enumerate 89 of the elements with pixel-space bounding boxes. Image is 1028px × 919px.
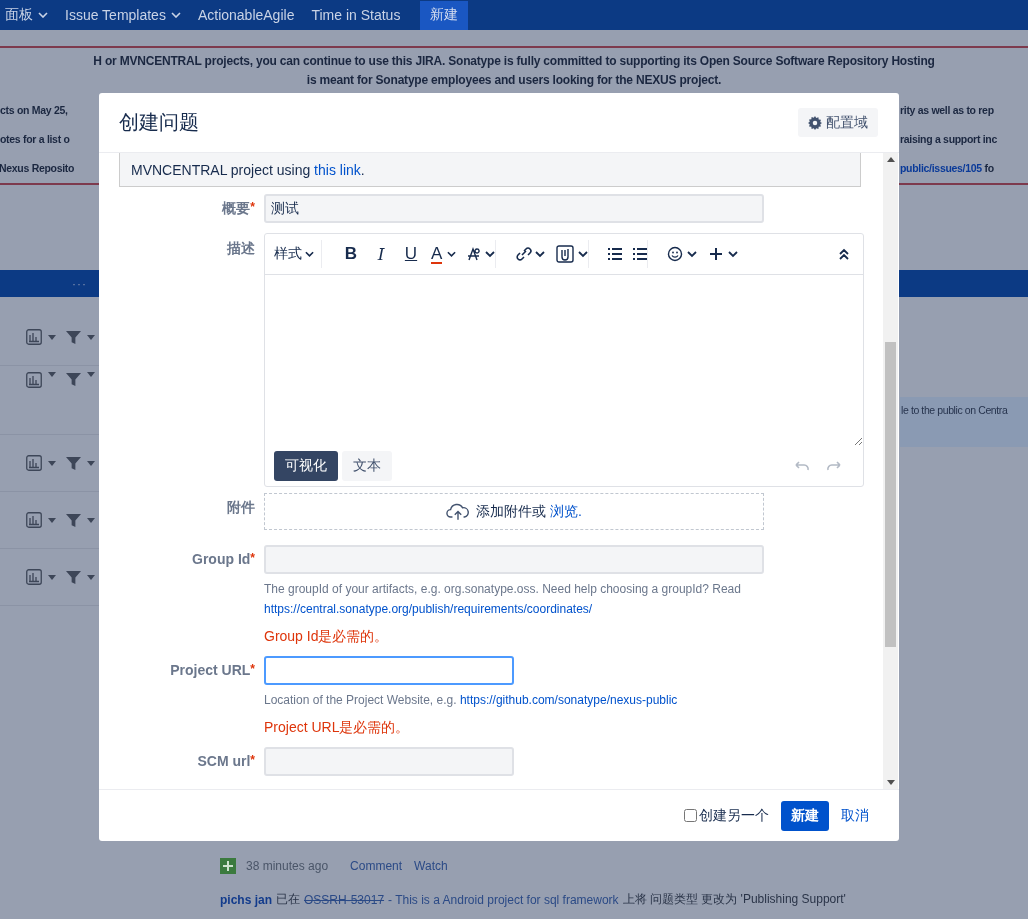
create-button[interactable]: 新建 (781, 800, 829, 831)
clear-format-icon[interactable] (467, 246, 496, 262)
caret-icon[interactable] (87, 574, 95, 580)
field-label: 附件 (226, 498, 255, 517)
nav-menu-item[interactable]: Time in Status (311, 7, 401, 23)
checkbox-label: 创建另一个 (699, 806, 769, 825)
announcement-text: H or MVNCENTRAL projects, you can continue to use this JIRA. Sonatype is fully committed to supporting its Open Source Software Repository Hosting (92, 53, 936, 70)
more-options-icon[interactable]: ··· (72, 276, 87, 291)
notice-link[interactable]: this link (314, 161, 361, 178)
timestamp: 38 minutes ago (246, 859, 329, 873)
caret-icon[interactable] (48, 574, 56, 580)
format-button[interactable]: U (401, 244, 421, 264)
announcement-text: cts on May 25, (0, 103, 69, 118)
chart-icon[interactable] (26, 569, 42, 585)
emoji-icon[interactable] (667, 246, 698, 262)
nav-menu-item[interactable]: Issue Templates (65, 7, 181, 23)
help-link[interactable]: https://central.sonatype.org/publish/requirements/coordinates/ (264, 602, 593, 616)
redo-icon[interactable] (826, 461, 842, 471)
bullet-list-icon[interactable] (608, 248, 623, 260)
nav-menu-item[interactable]: 面板 (5, 6, 48, 24)
text-input-field[interactable]: 测试 (264, 194, 764, 223)
resize-grip-icon[interactable] (854, 437, 862, 445)
caret-icon[interactable] (48, 372, 56, 377)
help-text: The groupId of your artifacts, e.g. org.sonatype.oss. Need help choosing a groupId? Read https://central.sonatype.org/publish/requirements/coordinates/ (264, 581, 742, 618)
chevron-icon (447, 251, 457, 257)
scrollbar[interactable] (883, 153, 898, 789)
checkbox[interactable] (684, 809, 697, 822)
chevron-icon[interactable] (170, 12, 181, 18)
help-link[interactable]: https://github.com/sonatype/nexus-public (459, 693, 678, 707)
activity-text: 上将 问题类型 更改为 'Publishing Support' (622, 891, 846, 908)
settings-icon (808, 115, 822, 130)
dialog-title: 创建问题 (119, 110, 199, 135)
browse-link[interactable]: 浏览. (550, 502, 582, 519)
announcement-text: otes for a list o (0, 132, 71, 147)
notice-text: MVNCENTRAL project using this link. (131, 161, 365, 178)
plus-icon (220, 858, 236, 874)
filter-icon[interactable] (66, 329, 81, 345)
text-input-field[interactable] (264, 656, 514, 685)
chevron-icon (305, 251, 314, 257)
editor-mode-tab[interactable]: 文本 (342, 451, 392, 481)
announcement-text: public/issues/105 fo (900, 161, 994, 176)
format-button[interactable]: I (371, 244, 391, 264)
attachment-prompt: 添加附件或 浏览. (476, 502, 582, 521)
chevron-icon[interactable] (38, 12, 48, 18)
nav-menu-item[interactable]: ActionableAgile (197, 7, 295, 23)
filter-icon[interactable] (66, 512, 81, 528)
filter-icon[interactable] (66, 569, 81, 585)
insert-plus-icon[interactable] (708, 246, 739, 262)
cancel-link[interactable]: 取消 (841, 806, 869, 825)
error-message: Group Id是必需的。 (264, 627, 390, 645)
collapse-icon[interactable] (839, 248, 849, 260)
chart-icon[interactable] (26, 329, 42, 345)
issue-description-text: le to the public on Centra (901, 404, 1008, 416)
chart-icon[interactable] (26, 455, 42, 471)
announcement-text: rity as well as to rep (900, 103, 994, 118)
chart-icon[interactable] (26, 512, 42, 528)
scroll-up-arrow-icon[interactable] (886, 157, 895, 162)
text-color-button[interactable]: A (431, 244, 457, 264)
filter-icon[interactable] (66, 372, 81, 387)
numbered-list-icon[interactable] (633, 248, 648, 260)
caret-icon[interactable] (87, 460, 95, 466)
style-dropdown[interactable]: 样式 (274, 245, 314, 263)
announcement-text: raising a support inc (900, 132, 997, 147)
create-button[interactable]: 新建 (420, 0, 469, 30)
filter-icon[interactable] (66, 455, 81, 471)
field-label: 描述 (226, 239, 255, 258)
configure-fields-button[interactable]: 配置域 (798, 108, 878, 137)
error-message: Project URL是必需的。 (264, 718, 411, 736)
issue-link[interactable]: public/issues/105 (900, 162, 982, 174)
cloud-upload-icon (446, 502, 471, 521)
caret-icon[interactable] (48, 334, 56, 340)
format-button[interactable]: B (341, 244, 361, 264)
user-link[interactable]: pichs jan (220, 892, 272, 907)
editor-mode-tab[interactable]: 可视化 (274, 451, 338, 481)
caret-icon[interactable] (48, 460, 56, 466)
scroll-down-arrow-icon[interactable] (886, 780, 895, 785)
help-text: Location of the Project Website, e.g. https://github.com/sonatype/nexus-public (264, 692, 679, 709)
attachment-dropzone[interactable]: 添加附件或 浏览. (264, 493, 764, 530)
announcement-text: Nexus Reposito (0, 161, 75, 176)
announcement-text: is meant for Sonatype employees and users looking for the NEXUS project. (305, 72, 723, 89)
chart-icon[interactable] (26, 372, 42, 388)
activity-text: 已在 (276, 891, 300, 908)
caret-icon[interactable] (48, 517, 56, 523)
attachment-icon[interactable] (556, 245, 589, 263)
link-icon[interactable] (515, 246, 546, 262)
caret-icon[interactable] (87, 334, 95, 340)
caret-icon[interactable] (87, 372, 95, 377)
undo-icon[interactable] (794, 461, 810, 471)
caret-icon[interactable] (87, 517, 95, 523)
